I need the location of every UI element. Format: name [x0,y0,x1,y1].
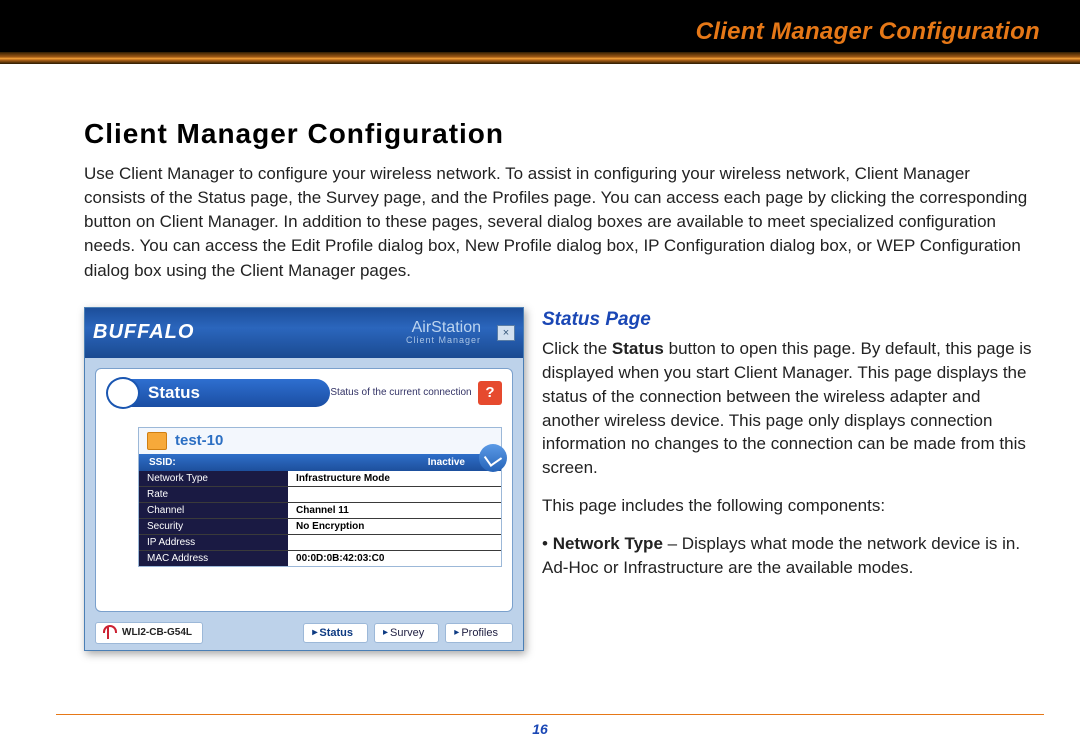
connection-panel: test-10 SSID: Inactive Network TypeInfra… [138,427,502,567]
status-heading: Status [106,377,330,409]
ssid-name: test-10 [175,432,223,449]
product-name: AirStation Client Manager [406,320,481,345]
header-divider [0,52,1080,64]
ssid-state: Inactive [428,457,465,468]
app-titlebar: BUFFALO AirStation Client Manager × [85,308,523,358]
status-subtitle: Status of the current connection [330,387,471,398]
close-icon[interactable]: × [497,325,515,341]
signal-icon [479,444,507,472]
app-window: BUFFALO AirStation Client Manager × [84,307,524,651]
connection-details-table: Network TypeInfrastructure Mode Rate Cha… [139,471,501,566]
page-number: 16 [0,721,1080,737]
network-type-bullet: • Network Type – Displays what mode the … [542,532,1032,580]
tab-survey[interactable]: ▸Survey [374,623,439,643]
section-subheading: Status Page [542,307,1032,334]
adapter-selector[interactable]: WLI2-CB-G54L [95,622,203,644]
doc-header-title: Client Manager Configuration [696,18,1080,52]
tab-profiles[interactable]: ▸Profiles [445,623,513,643]
tab-status[interactable]: ▸Status [303,623,368,643]
ssid-icon [147,432,167,450]
footer-divider [56,714,1044,715]
status-paragraph-1: Click the Status button to open this pag… [542,337,1032,480]
intro-paragraph: Use Client Manager to configure your wir… [84,162,1032,283]
antenna-icon [100,625,118,641]
status-paragraph-2: This page includes the following compone… [542,494,1032,518]
brand-logo: BUFFALO [93,321,194,344]
page-heading: Client Manager Configuration [84,118,1032,150]
help-icon[interactable]: ? [478,381,502,405]
ssid-key-label: SSID: [149,457,176,468]
